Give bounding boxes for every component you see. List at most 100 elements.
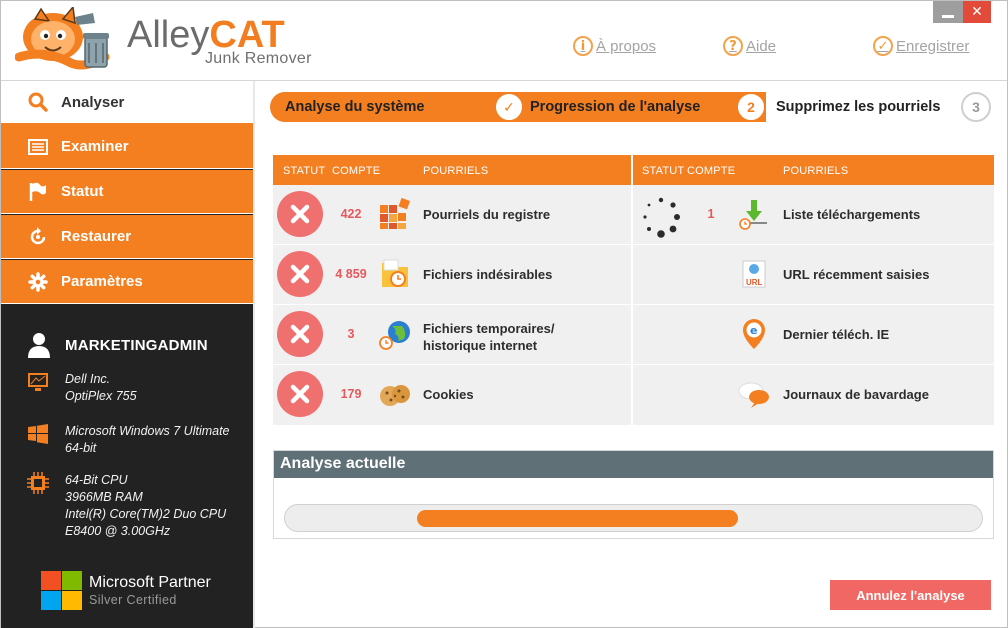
app-header: AlleyCAT Junk Remover i À propos ? Aide … xyxy=(1,1,1007,81)
user-info: MARKETINGADMIN xyxy=(27,332,208,358)
status-error-icon xyxy=(277,311,323,357)
cpu-line4: E8400 @ 3.00GHz xyxy=(65,524,171,538)
windows-icon xyxy=(28,424,48,444)
cancel-analysis-button[interactable]: Annulez l'analyse xyxy=(830,580,991,610)
internet-history-label-line1: Fichiers temporaires/ xyxy=(423,321,555,336)
sidebar-item-parametres[interactable]: Paramètres xyxy=(1,260,253,304)
help-link[interactable]: ? Aide xyxy=(723,35,776,57)
app-window: AlleyCAT Junk Remover i À propos ? Aide … xyxy=(0,0,1008,628)
microsoft-logo-icon xyxy=(41,571,82,611)
sidebar-item-statut[interactable]: Statut xyxy=(1,170,253,214)
results-table-header: STATUT COMPTE POURRIELS STATUT COMPTE PO… xyxy=(273,155,994,185)
cpu-icon xyxy=(27,472,49,494)
sidebar-item-label: Restaurer xyxy=(61,228,132,245)
help-icon: ? xyxy=(723,36,743,56)
os-row: Microsoft Windows 7 Ultimate 64-bit xyxy=(27,423,230,457)
sidebar-item-label: Statut xyxy=(61,183,104,200)
register-link-label: Enregistrer xyxy=(896,37,970,55)
download-list-count: 1 xyxy=(707,207,715,221)
ie-download-icon: e xyxy=(743,319,765,349)
status-error-icon xyxy=(277,371,323,417)
current-analysis-panel: Analyse actuelle xyxy=(273,450,994,539)
url-icon-text: URL xyxy=(746,278,763,287)
internet-history-label-line2: historique internet xyxy=(423,338,538,353)
status-error-icon xyxy=(277,191,323,237)
row-divider xyxy=(273,364,994,365)
cpu-line2: 3966MB RAM xyxy=(65,490,143,504)
restore-icon xyxy=(27,226,49,248)
sidebar-item-restaurer[interactable]: Restaurer xyxy=(1,215,253,259)
sidebar-item-analyser[interactable]: Analyser xyxy=(1,81,253,125)
chat-icon xyxy=(738,382,769,408)
junk-files-icon xyxy=(382,259,408,287)
user-icon xyxy=(28,333,50,358)
header-status-right: STATUT xyxy=(642,165,685,177)
step-2-number: 2 xyxy=(736,92,766,122)
header-junk: POURRIELS xyxy=(423,165,489,177)
step-2-label: Progression de l'analyse xyxy=(530,99,701,115)
cookies-count: 179 xyxy=(340,387,362,401)
gear-icon xyxy=(27,271,49,293)
analysis-progress-fill xyxy=(417,510,738,527)
column-divider xyxy=(631,155,633,425)
alleycat-logo-icon xyxy=(15,7,110,70)
download-list-label: Liste téléchargements xyxy=(783,207,921,222)
row-divider xyxy=(273,304,994,305)
analysis-progress-bar xyxy=(284,504,983,532)
minimize-button[interactable] xyxy=(933,1,963,23)
about-link-label: À propos xyxy=(596,37,657,55)
step-1-label: Analyse du système xyxy=(285,99,425,115)
registry-count: 422 xyxy=(340,207,362,221)
step-3-number: 3 xyxy=(961,92,991,122)
sidebar: Analyser Examiner Statut Restaurer Param… xyxy=(1,81,255,628)
os-line1: Microsoft Windows 7 Ultimate xyxy=(65,424,230,438)
model-line2: OptiPlex 755 xyxy=(65,389,137,403)
about-link[interactable]: i À propos xyxy=(573,35,656,57)
cpu-row: 64-Bit CPU 3966MB RAM Intel(R) Core(TM)2… xyxy=(27,472,226,540)
registry-icon xyxy=(380,197,411,229)
flag-icon xyxy=(27,181,49,203)
step-3-label: Supprimez les pourriels xyxy=(776,99,941,115)
app-title: AlleyCAT xyxy=(127,14,285,56)
microsoft-partner-badge: Microsoft Partner Silver Certified xyxy=(41,571,211,611)
row-divider xyxy=(273,244,994,245)
results-table: STATUT COMPTE POURRIELS STATUT COMPTE PO… xyxy=(273,155,994,425)
partner-level: Silver Certified xyxy=(89,593,177,607)
internet-history-icon xyxy=(379,321,410,350)
sidebar-item-label: Analyser xyxy=(61,93,125,111)
close-button[interactable]: ✕ xyxy=(963,1,991,23)
chat-label: Journaux de bavardage xyxy=(783,387,929,402)
info-icon: i xyxy=(573,36,593,56)
junk-files-label: Fichiers indésirables xyxy=(423,267,553,282)
url-label: URL récemment saisies xyxy=(783,267,930,282)
os-line2: 64-bit xyxy=(65,441,97,455)
steps-bar: Analyse du système ✓ Progression de l'an… xyxy=(270,92,998,122)
model-line1: Dell Inc. xyxy=(65,372,111,386)
close-icon: ✕ xyxy=(971,4,983,20)
register-link[interactable]: ✓ Enregistrer xyxy=(873,35,969,57)
cookies-icon xyxy=(380,385,410,406)
computer-model-row: Dell Inc. OptiPlex 755 xyxy=(27,371,137,405)
step-1-check-icon: ✓ xyxy=(494,92,524,122)
junk-files-count: 4 859 xyxy=(335,267,367,281)
current-analysis-title: Analyse actuelle xyxy=(274,451,993,478)
internet-history-count: 3 xyxy=(347,327,355,341)
app-subtitle: Junk Remover xyxy=(205,50,312,67)
download-list-icon xyxy=(739,200,767,230)
monitor-icon xyxy=(28,373,48,391)
header-count-right: COMPTE xyxy=(687,165,736,177)
sidebar-item-examiner[interactable]: Examiner xyxy=(1,125,253,169)
cpu-line1: 64-Bit CPU xyxy=(65,473,128,487)
sidebar-item-label: Paramètres xyxy=(61,273,143,290)
svg-text:e: e xyxy=(750,324,757,337)
registry-label: Pourriels du registre xyxy=(423,207,551,222)
cpu-line3: Intel(R) Core(TM)2 Duo CPU xyxy=(65,507,227,521)
partner-title: Microsoft Partner xyxy=(89,574,211,591)
minimize-icon xyxy=(942,14,954,18)
header-junk-right: POURRIELS xyxy=(783,165,849,177)
loading-spinner-icon xyxy=(643,197,680,238)
list-icon xyxy=(27,136,49,158)
help-link-label: Aide xyxy=(746,37,777,55)
check-icon: ✓ xyxy=(873,36,893,56)
url-icon: URL xyxy=(737,257,771,291)
